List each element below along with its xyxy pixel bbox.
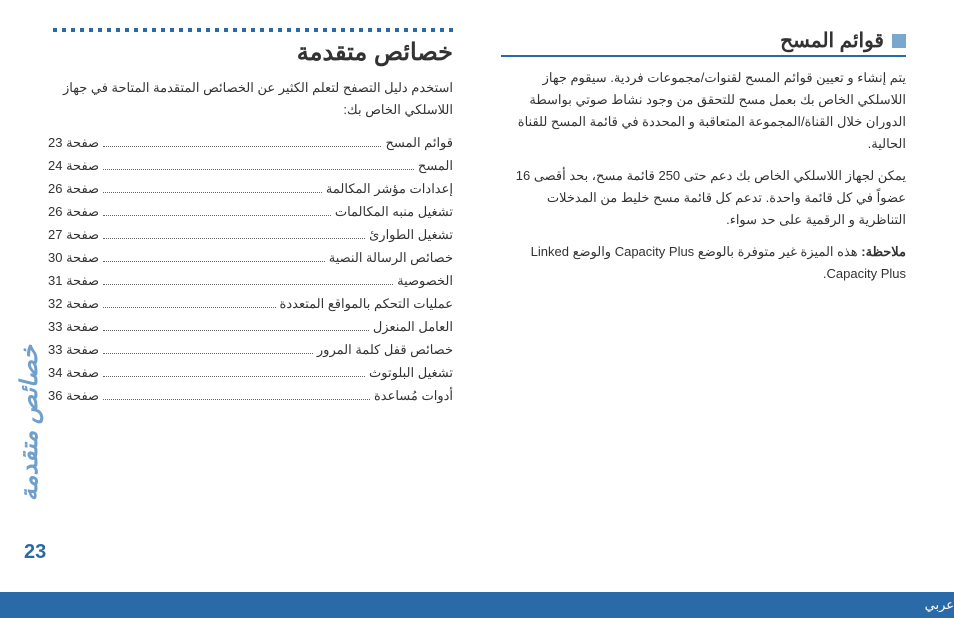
toc-page-ref: صفحة 33 — [48, 319, 99, 335]
section-paragraph-2: يمكن لجهاز اللاسلكي الخاص بك دعم حتى 250… — [501, 165, 906, 231]
toc-leader-dots — [103, 353, 313, 354]
toc-label: الخصوصية — [397, 273, 453, 289]
section-paragraph-1: يتم إنشاء و تعيين قوائم المسح لقنوات/مجم… — [501, 67, 906, 155]
page-number: 23 — [24, 541, 46, 564]
toc-row: تشغيل الطوارئ صفحة 27 — [48, 227, 453, 243]
footer-language: عربي — [925, 597, 954, 613]
toc-leader-dots — [103, 261, 325, 262]
toc-row: خصائص قفل كلمة المرور صفحة 33 — [48, 342, 453, 358]
toc-leader-dots — [103, 215, 331, 216]
main-title: خصائص متقدمة — [48, 38, 453, 67]
section-rule — [501, 55, 906, 57]
toc-page-ref: صفحة 36 — [48, 388, 99, 404]
side-tab-title: خصائص متقدمة — [16, 345, 44, 501]
toc-page-ref: صفحة 24 — [48, 158, 99, 174]
toc-row: خصائص الرسالة النصية صفحة 30 — [48, 250, 453, 266]
toc-row: الخصوصية صفحة 31 — [48, 273, 453, 289]
toc-row: المسح صفحة 24 — [48, 158, 453, 174]
toc-leader-dots — [103, 330, 369, 331]
toc-leader-dots — [103, 307, 275, 308]
left-column: قوائم المسح يتم إنشاء و تعيين قوائم المس… — [501, 28, 906, 411]
table-of-contents: قوائم المسح صفحة 23 المسح صفحة 24 إعدادات مؤ… — [48, 135, 453, 404]
right-column: خصائص متقدمة استخدم دليل التصفح لتعلم ال… — [48, 28, 453, 411]
toc-label: خصائص الرسالة النصية — [329, 250, 453, 266]
section-title: قوائم المسح — [780, 28, 884, 53]
toc-row: قوائم المسح صفحة 23 — [48, 135, 453, 151]
toc-label: خصائص قفل كلمة المرور — [317, 342, 453, 358]
toc-row: أدوات مُساعدة صفحة 36 — [48, 388, 453, 404]
toc-label: العامل المنعزل — [373, 319, 453, 335]
intro-text: استخدم دليل التصفح لتعلم الكثير عن الخصا… — [48, 77, 453, 121]
toc-leader-dots — [103, 284, 393, 285]
toc-label: تشغيل الطوارئ — [369, 227, 453, 243]
toc-page-ref: صفحة 34 — [48, 365, 99, 381]
toc-leader-dots — [103, 169, 414, 170]
toc-page-ref: صفحة 23 — [48, 135, 99, 151]
toc-page-ref: صفحة 30 — [48, 250, 99, 266]
toc-leader-dots — [103, 146, 381, 147]
dotted-separator — [48, 28, 453, 32]
toc-label: تشغيل البلوتوث — [369, 365, 453, 381]
toc-leader-dots — [103, 399, 370, 400]
toc-label: المسح — [418, 158, 453, 174]
toc-page-ref: صفحة 26 — [48, 181, 99, 197]
toc-label: قوائم المسح — [385, 135, 453, 151]
toc-label: عمليات التحكم بالمواقع المتعددة — [280, 296, 453, 312]
toc-label: تشغيل منبه المكالمات — [335, 204, 453, 220]
section-bullet-icon — [892, 34, 906, 48]
footer-bar: عربي — [0, 592, 954, 618]
toc-page-ref: صفحة 27 — [48, 227, 99, 243]
toc-page-ref: صفحة 33 — [48, 342, 99, 358]
toc-row: إعدادات مؤشر المكالمة صفحة 26 — [48, 181, 453, 197]
toc-leader-dots — [103, 238, 365, 239]
toc-label: إعدادات مؤشر المكالمة — [326, 181, 453, 197]
toc-page-ref: صفحة 31 — [48, 273, 99, 289]
toc-row: العامل المنعزل صفحة 33 — [48, 319, 453, 335]
toc-label: أدوات مُساعدة — [374, 388, 453, 404]
toc-row: تشغيل منبه المكالمات صفحة 26 — [48, 204, 453, 220]
toc-leader-dots — [103, 376, 365, 377]
toc-page-ref: صفحة 32 — [48, 296, 99, 312]
toc-page-ref: صفحة 26 — [48, 204, 99, 220]
toc-row: عمليات التحكم بالمواقع المتعددة صفحة 32 — [48, 296, 453, 312]
toc-row: تشغيل البلوتوث صفحة 34 — [48, 365, 453, 381]
toc-leader-dots — [103, 192, 322, 193]
note-text: هذه الميزة غير متوفرة بالوضع Capacity Pl… — [531, 244, 906, 281]
section-note: ملاحظة: هذه الميزة غير متوفرة بالوضع Cap… — [501, 241, 906, 285]
note-label: ملاحظة: — [861, 244, 906, 259]
